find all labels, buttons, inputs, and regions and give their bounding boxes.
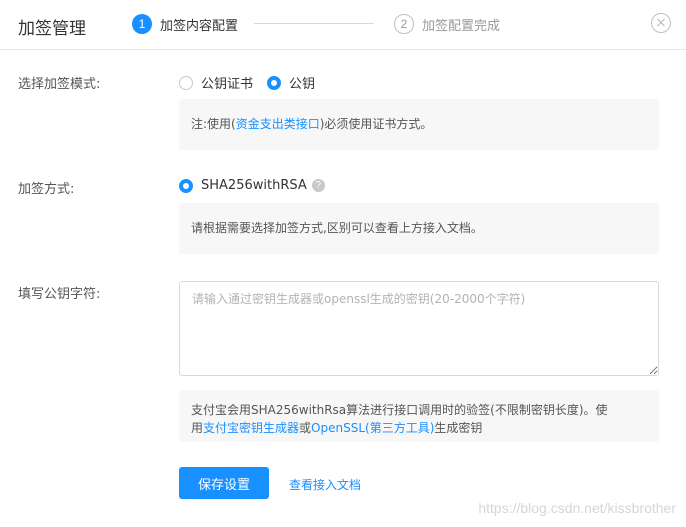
- note-line-2-mid: 或: [299, 421, 312, 435]
- step-2-label: 加签配置完成: [422, 18, 501, 34]
- sign-method-label: 加签方式:: [18, 182, 75, 197]
- note-prefix: 注:使用(: [191, 117, 236, 131]
- radio-checked-icon: [267, 75, 282, 90]
- sign-method-note: 请根据需要选择加签方式,区别可以查看上方接入文档。: [179, 203, 659, 254]
- public-key-note: 支付宝会用SHA256withRsa算法进行接口调用时的验签(不限制密钥长度)。…: [179, 390, 659, 442]
- note-line-2-prefix: 用: [191, 421, 204, 435]
- step-1: 1 加签内容配置: [132, 13, 238, 35]
- sign-mode-note: 注:使用(资金支出类接口)必须使用证书方式。: [179, 99, 659, 150]
- view-docs-link[interactable]: 查看接入文档: [289, 476, 361, 493]
- radio-public-key-cert[interactable]: 公钥证书: [179, 73, 253, 92]
- sign-mode-label: 选择加签模式:: [18, 77, 101, 92]
- step-2-number: 2: [394, 14, 414, 34]
- radio-sha256withrsa[interactable]: SHA256withRSA: [179, 178, 307, 193]
- openssl-link[interactable]: OpenSSL(第三方工具): [311, 421, 434, 435]
- help-icon[interactable]: ?: [311, 179, 325, 192]
- sign-mode-radio-group: 公钥证书 公钥: [179, 73, 315, 92]
- step-1-label: 加签内容配置: [160, 18, 239, 34]
- close-icon[interactable]: ×: [651, 13, 671, 33]
- note-line-1: 支付宝会用SHA256withRsa算法进行接口调用时的验签(不限制密钥长度)。…: [191, 403, 608, 417]
- public-key-input[interactable]: [179, 281, 659, 376]
- dialog-title: 加签管理: [18, 19, 86, 39]
- radio-checked-icon: [179, 178, 193, 193]
- radio-label-sha256: SHA256withRSA: [201, 178, 307, 193]
- alipay-keygen-link[interactable]: 支付宝密钥生成器: [203, 421, 299, 435]
- radio-label-cert: 公钥证书: [201, 77, 254, 92]
- radio-label-key: 公钥: [289, 77, 316, 92]
- step-2: 2 加签配置完成: [394, 13, 500, 35]
- note-line-2-suffix: 生成密钥: [434, 421, 483, 435]
- step-1-number: 1: [132, 14, 152, 34]
- fund-interface-link[interactable]: 资金支出类接口: [236, 117, 320, 131]
- dialog-header: 加签管理 1 加签内容配置 2 加签配置完成 ×: [0, 0, 686, 50]
- save-settings-button[interactable]: 保存设置: [179, 467, 269, 499]
- sign-method-radio-group: SHA256withRSA ?: [179, 178, 325, 193]
- radio-public-key[interactable]: 公钥: [267, 73, 315, 92]
- radio-unchecked-icon: [179, 75, 193, 90]
- note-line-2: 用支付宝密钥生成器或OpenSSL(第三方工具)生成密钥: [191, 419, 647, 437]
- step-connector: [254, 23, 374, 24]
- public-key-label: 填写公钥字符:: [18, 287, 101, 302]
- watermark: https://blog.csdn.net/kissbrother: [478, 500, 676, 516]
- note-suffix: )必须使用证书方式。: [319, 117, 433, 131]
